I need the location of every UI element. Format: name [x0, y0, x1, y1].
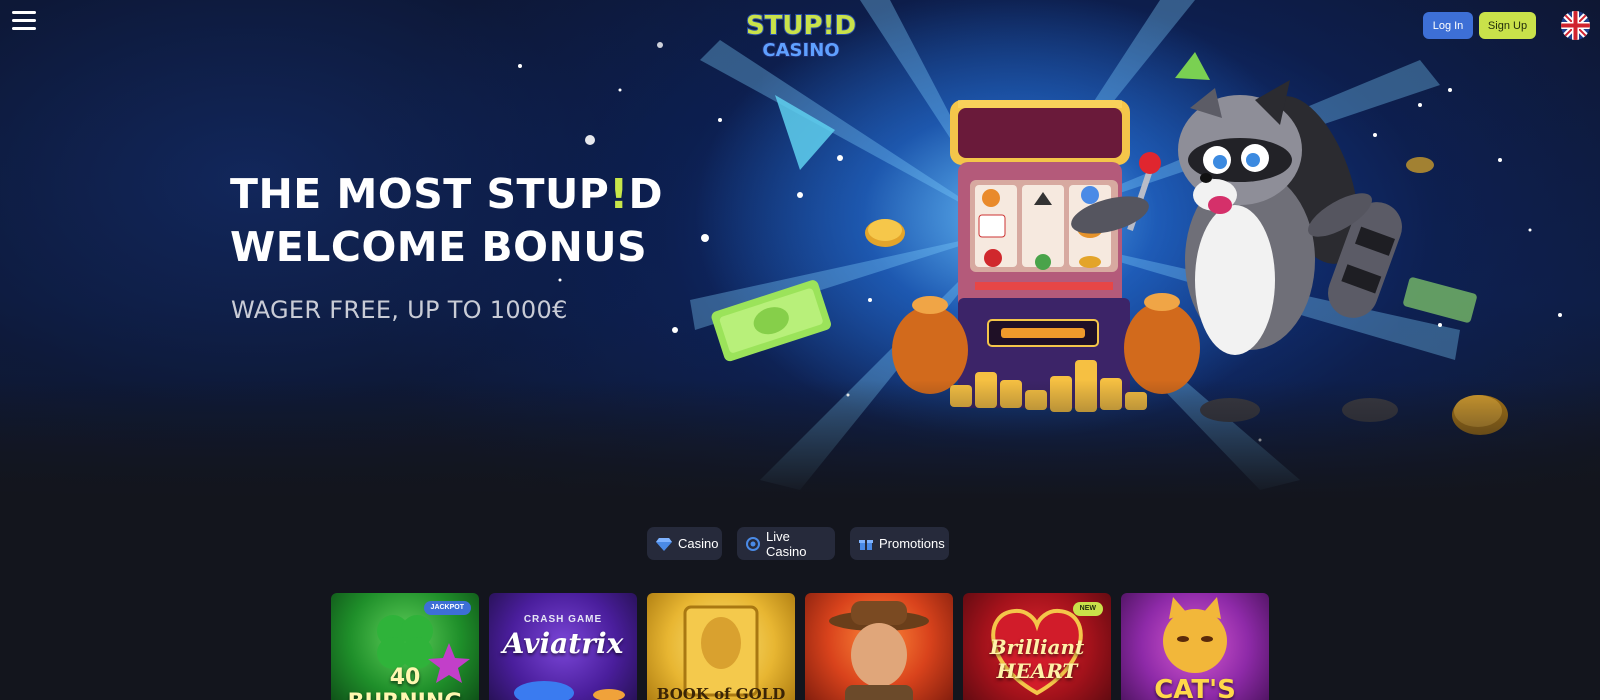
uk-flag-icon[interactable]: [1561, 11, 1590, 40]
game-tile-aviatrix[interactable]: CRASH GAME Aviatrix: [489, 593, 637, 700]
nav-live-casino-label: Live Casino: [766, 528, 807, 559]
diamond-icon: [656, 537, 672, 551]
game-tile-40-burning[interactable]: JACKPOT 40 BURNING: [331, 593, 479, 700]
game-title: BOOK of GOLD: [656, 685, 786, 700]
hero-banner[interactable]: THE MOST STUP!D WELCOME BONUS WAGER FREE…: [0, 0, 1600, 500]
pharaoh-icon: [683, 605, 759, 697]
hero-title-exclamation: !: [609, 170, 629, 218]
roulette-icon: [746, 536, 760, 551]
game-tile-cats[interactable]: CAT'S: [1121, 593, 1269, 700]
login-button[interactable]: Log In: [1423, 12, 1473, 39]
hero-title-line2: WELCOME BONUS: [230, 223, 648, 271]
signup-button[interactable]: Sign Up: [1479, 12, 1536, 39]
stupid-casino-logo[interactable]: STUP!D CASINO: [742, 6, 860, 60]
hero-title: THE MOST STUP!D WELCOME BONUS: [230, 168, 663, 274]
explorer-character: [829, 601, 929, 700]
plane-icon: [514, 681, 625, 700]
gift-icon: [859, 539, 873, 550]
svg-text:CASINO: CASINO: [762, 40, 839, 60]
nav-live-casino[interactable]: Live Casino: [737, 527, 835, 560]
game-title: CAT'S: [1154, 675, 1236, 700]
slot-machine: [892, 100, 1200, 412]
menu-icon[interactable]: [12, 11, 36, 31]
game-title: Brilliant HEART: [989, 635, 1085, 683]
game-title: 40 BURNING: [348, 665, 463, 700]
nav-casino[interactable]: Casino: [647, 527, 722, 560]
nav-casino-label: Casino: [678, 536, 719, 551]
svg-text:STUP!D: STUP!D: [746, 11, 856, 41]
game-tile-brilliant-heart[interactable]: NEW Brilliant HEART: [963, 593, 1111, 700]
new-badge: NEW: [1072, 602, 1103, 616]
page: THE MOST STUP!D WELCOME BONUS WAGER FREE…: [0, 0, 1600, 700]
game-tile-book-of-gold[interactable]: BOOK of GOLD: [647, 593, 795, 700]
nav-promotions[interactable]: Promotions: [850, 527, 949, 560]
game-tile-explorer[interactable]: [805, 593, 953, 700]
hero-fade: [0, 380, 1600, 500]
hero-subtitle: WAGER FREE, UP TO 1000€: [231, 296, 568, 324]
jackpot-badge: JACKPOT: [423, 601, 471, 615]
nav-promotions-label: Promotions: [879, 536, 945, 551]
